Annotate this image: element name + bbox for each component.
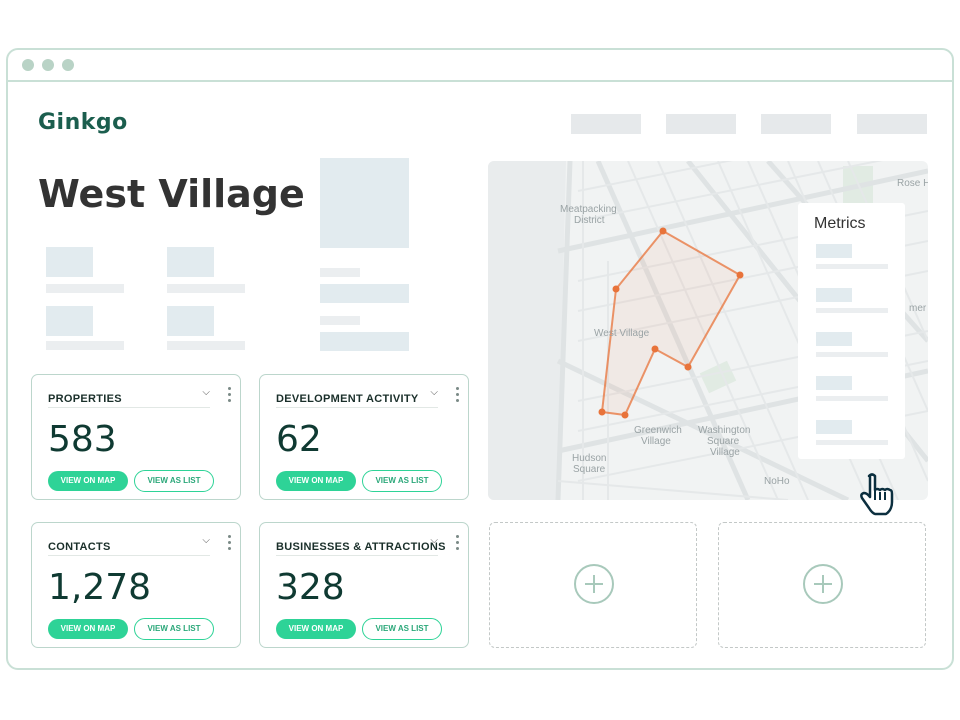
window-dot-minimize[interactable] bbox=[42, 59, 54, 71]
text-placeholder bbox=[320, 284, 409, 303]
card-label: DEVELOPMENT ACTIVITY bbox=[276, 393, 419, 405]
businesses-attractions-card: BUSINESSES & ATTRACTIONS ⌵ 328 VIEW ON M… bbox=[259, 522, 469, 648]
map-label: Village bbox=[710, 447, 740, 458]
nav-item-placeholder[interactable] bbox=[666, 114, 736, 134]
metric-placeholder bbox=[816, 332, 852, 346]
card-value: 583 bbox=[48, 419, 117, 460]
plus-circle-icon[interactable] bbox=[574, 564, 614, 604]
stat-placeholder bbox=[167, 306, 214, 336]
river-area bbox=[488, 161, 566, 500]
card-label: PROPERTIES bbox=[48, 393, 122, 405]
stat-label-placeholder bbox=[167, 341, 245, 350]
map-label: Square bbox=[573, 464, 606, 475]
more-options-icon[interactable] bbox=[456, 535, 460, 553]
metric-label-placeholder bbox=[816, 308, 888, 313]
metric-placeholder bbox=[816, 376, 852, 390]
view-as-list-button[interactable]: VIEW AS LIST bbox=[362, 470, 442, 492]
hand-pointer-icon bbox=[858, 472, 898, 521]
chevron-down-icon[interactable]: ⌵ bbox=[430, 387, 438, 398]
image-placeholder bbox=[320, 158, 409, 248]
metric-label-placeholder bbox=[816, 352, 888, 357]
map-label: Hudson bbox=[572, 453, 606, 464]
metrics-panel: Metrics bbox=[798, 203, 905, 459]
nav-item-placeholder[interactable] bbox=[571, 114, 641, 134]
view-on-map-button[interactable]: VIEW ON MAP bbox=[276, 619, 356, 639]
more-options-icon[interactable] bbox=[456, 387, 460, 405]
view-on-map-button[interactable]: VIEW ON MAP bbox=[48, 471, 128, 491]
metric-label-placeholder bbox=[816, 396, 888, 401]
text-placeholder bbox=[320, 316, 360, 325]
map-view[interactable]: Meatpacking District West Village Greenw… bbox=[488, 161, 928, 500]
metric-placeholder bbox=[816, 288, 852, 302]
add-widget-slot[interactable] bbox=[718, 522, 926, 648]
window-dot-close[interactable] bbox=[22, 59, 34, 71]
card-label: CONTACTS bbox=[48, 541, 111, 553]
view-on-map-button[interactable]: VIEW ON MAP bbox=[276, 471, 356, 491]
card-header: PROPERTIES ⌵ bbox=[48, 387, 210, 408]
nav-item-placeholder[interactable] bbox=[857, 114, 927, 134]
stat-placeholder bbox=[46, 306, 93, 336]
stat-label-placeholder bbox=[46, 284, 124, 293]
view-on-map-button[interactable]: VIEW ON MAP bbox=[48, 619, 128, 639]
add-widget-slot[interactable] bbox=[489, 522, 697, 648]
properties-card: PROPERTIES ⌵ 583 VIEW ON MAP VIEW AS LIS… bbox=[31, 374, 241, 500]
card-header: BUSINESSES & ATTRACTIONS ⌵ bbox=[276, 535, 445, 556]
contacts-card: CONTACTS ⌵ 1,278 VIEW ON MAP VIEW AS LIS… bbox=[31, 522, 241, 648]
development-activity-card: DEVELOPMENT ACTIVITY ⌵ 62 VIEW ON MAP VI… bbox=[259, 374, 469, 500]
metric-placeholder bbox=[816, 420, 852, 434]
window-titlebar bbox=[8, 50, 952, 82]
ginkgo-logo[interactable]: Ginkgo bbox=[38, 110, 128, 135]
metric-placeholder bbox=[816, 244, 852, 258]
plus-circle-icon[interactable] bbox=[803, 564, 843, 604]
map-label: Village bbox=[641, 436, 671, 447]
map-label: NoHo bbox=[764, 476, 790, 487]
stat-label-placeholder bbox=[46, 341, 124, 350]
stat-placeholder bbox=[167, 247, 214, 277]
stat-placeholder bbox=[46, 247, 93, 277]
map-label: District bbox=[574, 215, 605, 226]
chevron-down-icon[interactable]: ⌵ bbox=[202, 535, 210, 546]
map-label: Rose H bbox=[897, 178, 928, 189]
view-as-list-button[interactable]: VIEW AS LIST bbox=[134, 470, 214, 492]
window-dot-maximize[interactable] bbox=[62, 59, 74, 71]
metric-label-placeholder bbox=[816, 264, 888, 269]
nav-item-placeholder[interactable] bbox=[761, 114, 831, 134]
metric-label-placeholder bbox=[816, 440, 888, 445]
card-header: DEVELOPMENT ACTIVITY ⌵ bbox=[276, 387, 438, 408]
stat-label-placeholder bbox=[167, 284, 245, 293]
page-title: West Village bbox=[38, 172, 305, 216]
card-label: BUSINESSES & ATTRACTIONS bbox=[276, 541, 446, 553]
text-placeholder bbox=[320, 332, 409, 351]
chevron-down-icon[interactable]: ⌵ bbox=[202, 387, 210, 398]
card-value: 1,278 bbox=[48, 567, 152, 608]
map-label: Washington bbox=[698, 425, 750, 436]
view-as-list-button[interactable]: VIEW AS LIST bbox=[134, 618, 214, 640]
map-label: mer bbox=[909, 303, 927, 314]
card-value: 328 bbox=[276, 567, 345, 608]
map-label: Greenwich bbox=[634, 425, 682, 436]
map-label: Meatpacking bbox=[560, 204, 617, 215]
map-label: Square bbox=[707, 436, 740, 447]
card-value: 62 bbox=[276, 419, 322, 460]
text-placeholder bbox=[320, 268, 360, 277]
map-label: West Village bbox=[594, 328, 650, 339]
more-options-icon[interactable] bbox=[228, 535, 232, 553]
chevron-down-icon[interactable]: ⌵ bbox=[430, 535, 438, 546]
card-header: CONTACTS ⌵ bbox=[48, 535, 210, 556]
view-as-list-button[interactable]: VIEW AS LIST bbox=[362, 618, 442, 640]
metrics-title: Metrics bbox=[814, 215, 866, 232]
more-options-icon[interactable] bbox=[228, 387, 232, 405]
